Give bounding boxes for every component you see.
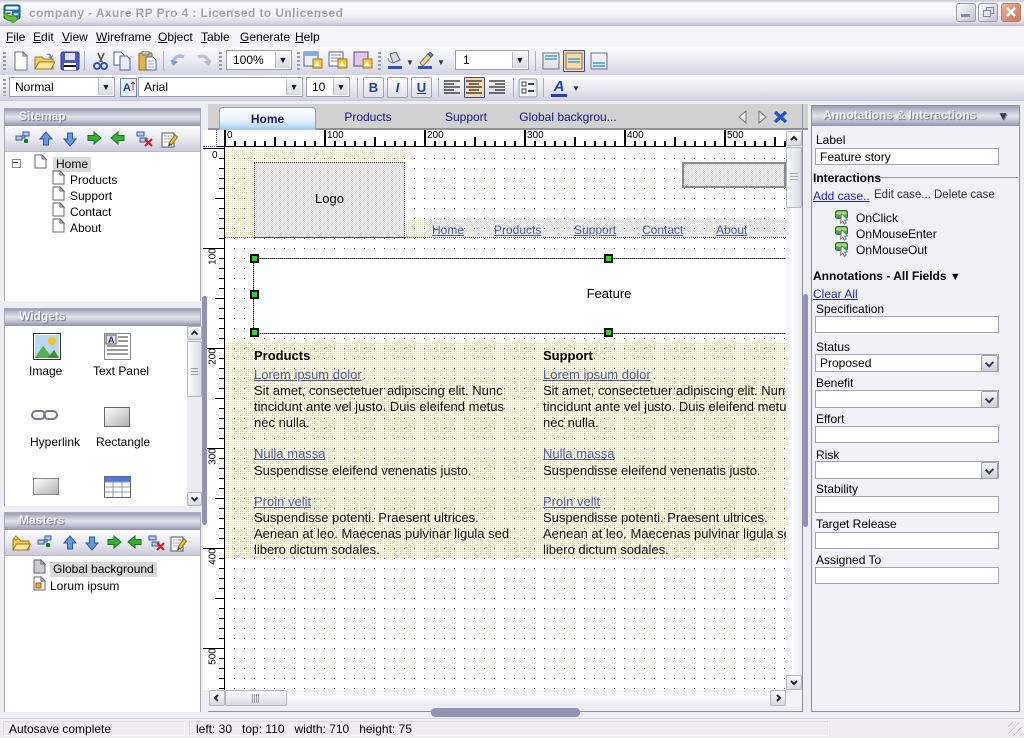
svg-text:A: A bbox=[123, 82, 131, 94]
svg-text:A: A bbox=[108, 335, 115, 345]
